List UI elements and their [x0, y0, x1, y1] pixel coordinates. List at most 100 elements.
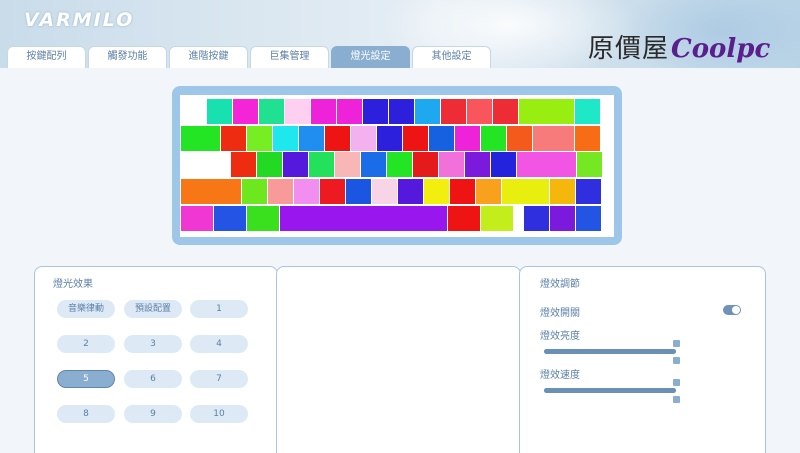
- keyboard-key[interactable]: [517, 152, 576, 177]
- keyboard-key[interactable]: [233, 99, 258, 124]
- effect-button-6[interactable]: 6: [124, 370, 182, 388]
- keyboard-key[interactable]: [502, 179, 549, 204]
- keyboard-key[interactable]: [576, 206, 601, 231]
- keyboard-key[interactable]: [575, 99, 600, 124]
- keyboard-key[interactable]: [441, 99, 466, 124]
- effect-button-2[interactable]: 2: [57, 335, 115, 353]
- effect-detail-panel: [276, 266, 521, 453]
- keyboard-key[interactable]: [346, 179, 371, 204]
- lighting-switch-label: 燈效開關: [540, 308, 580, 319]
- keyboard-key[interactable]: [242, 179, 267, 204]
- adjust-panel-title: 燈效調節: [540, 279, 580, 290]
- keyboard-key[interactable]: [257, 152, 282, 177]
- speed-slider[interactable]: [544, 379, 682, 403]
- keyboard-key[interactable]: [577, 152, 602, 177]
- keyboard-key[interactable]: [309, 152, 334, 177]
- effect-button-music[interactable]: 音樂律動: [57, 300, 115, 318]
- effect-button-9[interactable]: 9: [124, 405, 182, 423]
- keyboard-key[interactable]: [372, 179, 397, 204]
- keyboard-key[interactable]: [493, 99, 518, 124]
- keyboard-key[interactable]: [533, 126, 574, 151]
- keyboard-key[interactable]: [337, 99, 362, 124]
- watermark-en: Coolpc: [671, 34, 771, 64]
- keyboard-preview: [172, 86, 622, 245]
- keyboard-key[interactable]: [280, 206, 447, 231]
- keyboard-key[interactable]: [214, 206, 246, 231]
- effect-button-8[interactable]: 8: [57, 405, 115, 423]
- keyboard-key[interactable]: [550, 179, 575, 204]
- keyboard-key[interactable]: [429, 126, 454, 151]
- keyboard-key[interactable]: [448, 206, 480, 231]
- keyboard-key[interactable]: [181, 179, 241, 204]
- keyboard-key[interactable]: [294, 179, 319, 204]
- keyboard-key[interactable]: [268, 179, 293, 204]
- keyboard-key[interactable]: [311, 99, 336, 124]
- effect-button-10[interactable]: 10: [190, 405, 248, 423]
- tab-key-layout[interactable]: 按鍵配列: [7, 46, 86, 68]
- keyboard-key[interactable]: [181, 152, 230, 177]
- keyboard-key[interactable]: [398, 179, 423, 204]
- effect-button-7[interactable]: 7: [190, 370, 248, 388]
- brightness-slider[interactable]: [544, 340, 682, 364]
- keyboard-key[interactable]: [465, 152, 490, 177]
- keyboard-key[interactable]: [415, 99, 440, 124]
- tab-bar: 按鍵配列 觸發功能 進階按鍵 巨集管理 燈光設定 其他設定: [7, 46, 493, 68]
- keyboard-key[interactable]: [403, 126, 428, 151]
- tab-macro[interactable]: 巨集管理: [250, 46, 329, 68]
- keyboard-key[interactable]: [259, 99, 284, 124]
- keyboard-key[interactable]: [576, 179, 601, 204]
- tab-advanced-keys[interactable]: 進階按鍵: [169, 46, 248, 68]
- keyboard-key[interactable]: [476, 179, 501, 204]
- keyboard-key[interactable]: [285, 99, 310, 124]
- tab-lighting[interactable]: 燈光設定: [331, 46, 410, 68]
- keyboard-key[interactable]: [181, 206, 213, 231]
- keyboard-key[interactable]: [351, 126, 376, 151]
- keyboard-key[interactable]: [363, 99, 388, 124]
- keyboard-key[interactable]: [325, 126, 350, 151]
- effects-panel-title: 燈光效果: [53, 279, 93, 290]
- keyboard-key[interactable]: [450, 179, 475, 204]
- keyboard-key[interactable]: [273, 126, 298, 151]
- keyboard-key[interactable]: [361, 152, 386, 177]
- keyboard-key[interactable]: [181, 126, 220, 151]
- keyboard-key[interactable]: [514, 206, 523, 231]
- keyboard-key[interactable]: [481, 126, 506, 151]
- keyboard-key[interactable]: [550, 206, 575, 231]
- keyboard-key[interactable]: [524, 206, 549, 231]
- keyboard-key[interactable]: [424, 179, 449, 204]
- keyboard-key[interactable]: [387, 152, 412, 177]
- keyboard-key[interactable]: [413, 152, 438, 177]
- keyboard-key[interactable]: [439, 152, 464, 177]
- keyboard-key[interactable]: [335, 152, 360, 177]
- keyboard-key[interactable]: [247, 206, 279, 231]
- slider-fill: [544, 349, 676, 354]
- keyboard-key[interactable]: [247, 126, 272, 151]
- tab-trigger[interactable]: 觸發功能: [88, 46, 167, 68]
- keyboard-key[interactable]: [575, 126, 600, 151]
- keyboard-key[interactable]: [221, 126, 246, 151]
- slider-fill: [544, 388, 676, 393]
- effect-button-1[interactable]: 1: [190, 300, 248, 318]
- keyboard-key[interactable]: [389, 99, 414, 124]
- keyboard-key[interactable]: [491, 152, 516, 177]
- effects-panel: 燈光效果 音樂律動 預設配置 1 2 3 4 5 6 7 8 9 10: [34, 266, 278, 453]
- keyboard-key[interactable]: [377, 126, 402, 151]
- keyboard-key[interactable]: [519, 99, 574, 124]
- effect-button-3[interactable]: 3: [124, 335, 182, 353]
- keyboard-key[interactable]: [231, 152, 256, 177]
- header-banner: VARMILO 原價屋 Coolpc 按鍵配列 觸發功能 進階按鍵 巨集管理 燈…: [0, 0, 800, 68]
- keyboard-key[interactable]: [481, 206, 513, 231]
- keyboard-key[interactable]: [467, 99, 492, 124]
- effect-button-4[interactable]: 4: [190, 335, 248, 353]
- keyboard-key[interactable]: [283, 152, 308, 177]
- keyboard-key[interactable]: [507, 126, 532, 151]
- effect-button-preset[interactable]: 預設配置: [124, 300, 182, 318]
- effect-button-5[interactable]: 5: [57, 370, 115, 388]
- keyboard-key[interactable]: [455, 126, 480, 151]
- keyboard-key[interactable]: [207, 99, 232, 124]
- lighting-switch-toggle[interactable]: [723, 305, 741, 315]
- keyboard-key[interactable]: [181, 99, 206, 124]
- tab-other[interactable]: 其他設定: [412, 46, 491, 68]
- keyboard-key[interactable]: [320, 179, 345, 204]
- keyboard-key[interactable]: [299, 126, 324, 151]
